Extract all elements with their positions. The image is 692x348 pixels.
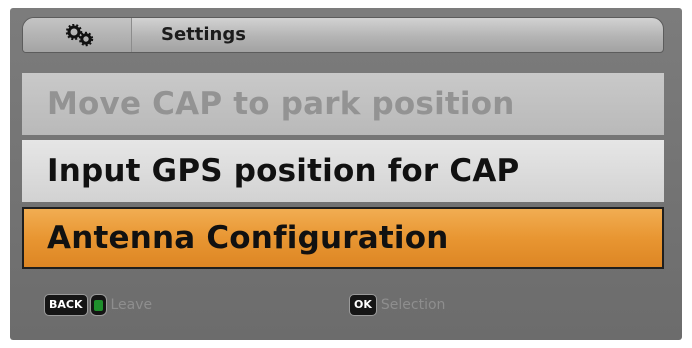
menu-item-antenna-configuration[interactable]: Antenna Configuration <box>22 207 664 269</box>
selection-label: Selection <box>380 297 446 313</box>
settings-header: Settings <box>22 17 664 53</box>
ok-key-badge: OK <box>349 294 377 316</box>
page-title: Settings <box>161 24 246 45</box>
gears-icon <box>65 24 94 47</box>
leave-label: Leave <box>110 297 153 313</box>
menu-item-input-gps-position[interactable]: Input GPS position for CAP <box>22 140 664 202</box>
header-icon-cell <box>23 18 132 52</box>
menu-item-move-cap-park: Move CAP to park position <box>22 73 664 135</box>
footer-selection-hint[interactable]: OK Selection <box>349 292 445 318</box>
footer-leave-hint[interactable]: BACK Leave <box>44 292 152 318</box>
back-key-badge: BACK <box>44 294 88 316</box>
green-key-icon <box>89 294 107 316</box>
